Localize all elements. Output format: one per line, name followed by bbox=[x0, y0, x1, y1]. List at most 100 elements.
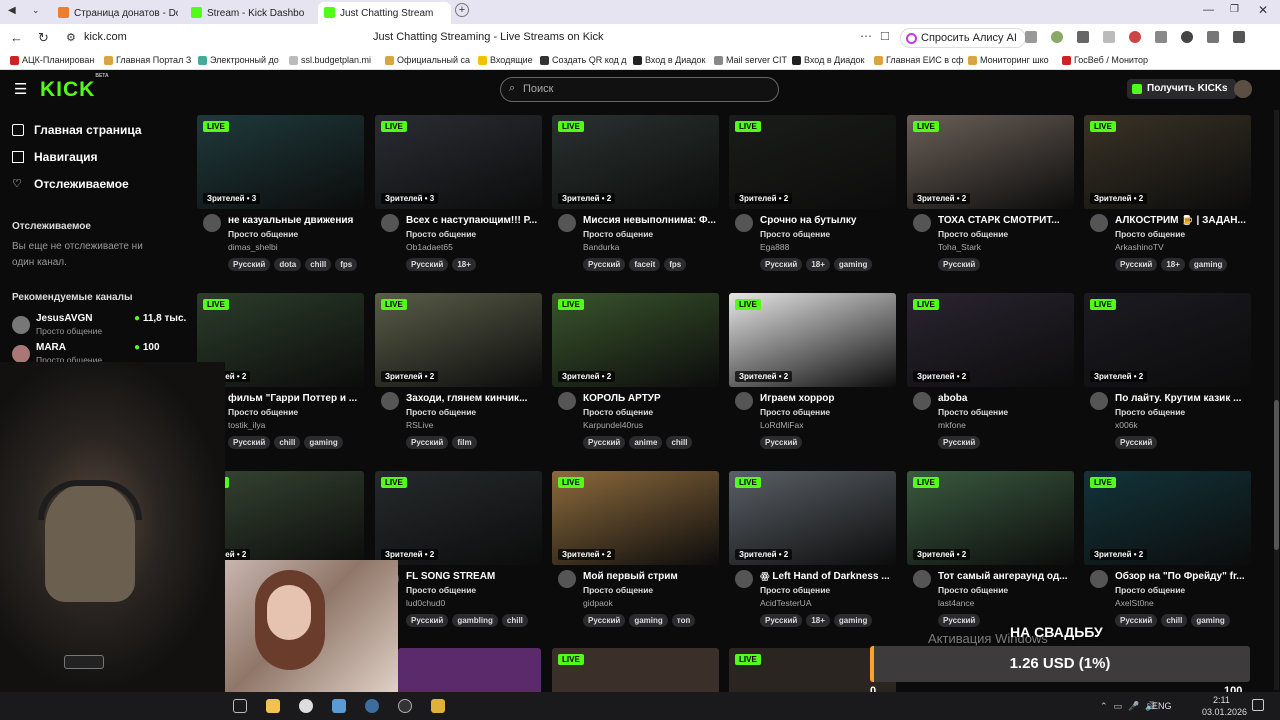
back-tab-icon[interactable]: ◀ bbox=[8, 5, 16, 16]
scrollbar[interactable] bbox=[1274, 110, 1279, 690]
streamer-name[interactable]: LoRdMiFax bbox=[760, 420, 803, 430]
bookmark-item[interactable]: ssl.budgetplan.mi bbox=[289, 55, 371, 65]
bookmark-item[interactable]: Главная Портал З bbox=[104, 55, 191, 65]
menu-hamburger-icon[interactable]: ☰ bbox=[14, 80, 27, 98]
streamer-name[interactable]: tostik_ilya bbox=[228, 420, 265, 430]
stream-tag[interactable]: Русский bbox=[583, 614, 626, 627]
stream-tag[interactable]: Русский bbox=[406, 436, 449, 449]
stream-category[interactable]: Просто общение bbox=[406, 229, 476, 239]
stream-category[interactable]: Просто общение bbox=[1115, 585, 1185, 595]
stream-thumbnail[interactable]: LIVE Зрителей • 2 bbox=[1084, 293, 1251, 387]
streamer-name[interactable]: dimas_shelbi bbox=[228, 242, 278, 252]
streamer-name[interactable]: x006k bbox=[1115, 420, 1138, 430]
stream-thumbnail[interactable]: LIVE Зрителей • 2 bbox=[1084, 115, 1251, 209]
stream-tag[interactable]: chill bbox=[274, 436, 301, 449]
tab-just-chatting[interactable]: Just Chatting Stream bbox=[318, 2, 451, 24]
streamer-name[interactable]: Bandurka bbox=[583, 242, 619, 252]
stream-category[interactable]: Просто общение bbox=[583, 585, 653, 595]
streamer-avatar[interactable] bbox=[558, 214, 576, 232]
streamer-name[interactable]: last4ance bbox=[938, 598, 974, 608]
alice-button[interactable]: Спросить Алису AI bbox=[900, 28, 1026, 48]
stream-tag[interactable]: gaming bbox=[1191, 614, 1230, 627]
stream-tag[interactable]: Русский bbox=[760, 614, 803, 627]
streamer-avatar[interactable] bbox=[913, 392, 931, 410]
stream-tag[interactable]: Русский bbox=[938, 258, 981, 271]
stream-tag[interactable]: Русский bbox=[406, 258, 449, 271]
bookmark-item[interactable]: Вход в Диадок bbox=[792, 55, 864, 65]
stream-tag[interactable]: gaming bbox=[304, 436, 343, 449]
stream-title[interactable]: Всех с наступающим!!! Р... bbox=[406, 215, 556, 226]
stream-thumbnail[interactable]: LIVE Зрителей • 2 bbox=[375, 471, 542, 565]
stream-tag[interactable]: Русский bbox=[938, 614, 981, 627]
stream-title[interactable]: Тот самый ангерaунд од... bbox=[938, 571, 1088, 582]
clock-date[interactable]: 03.01.2026 bbox=[1202, 707, 1247, 717]
reload-icon[interactable]: ↻ bbox=[38, 30, 49, 46]
app-icon[interactable] bbox=[431, 699, 445, 713]
streamer-avatar[interactable] bbox=[735, 392, 753, 410]
stream-thumbnail[interactable]: LIVE Зрителей • 3 bbox=[375, 115, 542, 209]
bookmark-item[interactable]: Официальный са bbox=[385, 55, 470, 65]
stream-thumbnail[interactable]: LIVE Зрителей • 2 bbox=[729, 293, 896, 387]
recommended-channel[interactable]: JesusAVGN Просто общение ● 11,8 тыс. bbox=[12, 313, 186, 339]
stream-tag[interactable]: Русский bbox=[406, 614, 449, 627]
stream-thumbnail[interactable]: LIVE Зрителей • 2 bbox=[907, 471, 1074, 565]
stream-tag[interactable]: fps bbox=[664, 258, 687, 271]
kick-logo[interactable]: KICKBETA bbox=[40, 73, 109, 102]
bookmark-item[interactable]: Вход в Диадок bbox=[633, 55, 705, 65]
stream-category[interactable]: Просто общение bbox=[406, 585, 476, 595]
minimize-icon[interactable]: — bbox=[1203, 4, 1214, 16]
stream-tag[interactable]: gaming bbox=[629, 614, 668, 627]
stream-title[interactable]: не казуальные движения bbox=[228, 215, 378, 226]
steam-icon[interactable] bbox=[365, 699, 379, 713]
stream-tag[interactable]: Русский bbox=[228, 436, 271, 449]
streamer-name[interactable]: mkfone bbox=[938, 420, 966, 430]
stream-tag[interactable]: 18+ bbox=[452, 258, 476, 271]
get-kicks-button[interactable]: Получить KICKs bbox=[1127, 79, 1236, 99]
stream-tag[interactable]: Русский bbox=[1115, 436, 1158, 449]
streamer-avatar[interactable] bbox=[735, 570, 753, 588]
stream-tag[interactable]: chill bbox=[501, 614, 528, 627]
stream-category[interactable]: Просто общение bbox=[583, 229, 653, 239]
stream-title[interactable]: aboba bbox=[938, 393, 1088, 404]
stream-thumbnail[interactable]: LIVE bbox=[552, 648, 719, 692]
bookmark-item[interactable]: ГосВеб / Монитор bbox=[1062, 55, 1148, 65]
stream-title[interactable]: Заходи, глянем кинчик... bbox=[406, 393, 556, 404]
stream-category[interactable]: Просто общение bbox=[1115, 407, 1185, 417]
stream-tag[interactable]: Русский bbox=[938, 436, 981, 449]
stream-title[interactable]: FL SONG STREAM bbox=[406, 571, 556, 582]
stream-tag[interactable]: dota bbox=[274, 258, 302, 271]
stream-tag[interactable]: chill bbox=[305, 258, 332, 271]
stream-title[interactable]: По лайту. Крутим казик ... bbox=[1115, 393, 1265, 404]
stream-thumbnail[interactable]: LIVE Зрителей • 2 bbox=[729, 471, 896, 565]
stream-tag[interactable]: chill bbox=[666, 436, 693, 449]
stream-tag[interactable]: gaming bbox=[1188, 258, 1228, 271]
stream-tag[interactable]: Русский bbox=[760, 436, 803, 449]
stream-category[interactable]: Просто общение bbox=[228, 407, 298, 417]
notifications-icon[interactable] bbox=[1252, 699, 1264, 711]
bookmark-item[interactable]: Создать QR код д bbox=[540, 55, 627, 65]
back-arrow-icon[interactable]: ← bbox=[10, 30, 23, 45]
streamer-name[interactable]: RSLive bbox=[406, 420, 433, 430]
tab-kick-dashboard[interactable]: Stream - Kick Dashbo bbox=[185, 2, 313, 24]
more-icon[interactable]: ⋯ bbox=[860, 29, 872, 43]
streamer-avatar[interactable] bbox=[381, 214, 399, 232]
new-tab-button[interactable]: + bbox=[455, 3, 469, 17]
obs-icon[interactable] bbox=[398, 699, 412, 713]
clock-time[interactable]: 2:11 bbox=[1213, 695, 1230, 705]
stream-tag[interactable]: gaming bbox=[833, 614, 873, 627]
search-input[interactable]: ⌕ Поиск bbox=[500, 77, 779, 102]
stream-thumbnail[interactable]: LIVE Зрителей • 2 bbox=[1084, 471, 1251, 565]
stream-title[interactable]: КОРОЛЬ АРТУР bbox=[583, 393, 733, 404]
stream-category[interactable]: Просто общение bbox=[760, 407, 830, 417]
stream-title[interactable]: Обзор на "По Фрейду" fr... bbox=[1115, 571, 1265, 582]
stream-tag[interactable]: Русский bbox=[760, 258, 803, 271]
streamer-avatar[interactable] bbox=[558, 392, 576, 410]
streamer-avatar[interactable] bbox=[1090, 214, 1108, 232]
stream-category[interactable]: Просто общение bbox=[760, 585, 830, 595]
streamer-name[interactable]: Ob1adaet65 bbox=[406, 242, 453, 252]
bookmark-item[interactable]: Электронный до bbox=[198, 55, 279, 65]
stream-title[interactable]: Миссия невыполнима: Ф... bbox=[583, 215, 733, 226]
bookmark-item[interactable]: Главная ЕИС в сф bbox=[874, 55, 963, 65]
stream-category[interactable]: Просто общение bbox=[938, 407, 1008, 417]
stream-tag[interactable]: 18+ bbox=[1161, 258, 1185, 271]
